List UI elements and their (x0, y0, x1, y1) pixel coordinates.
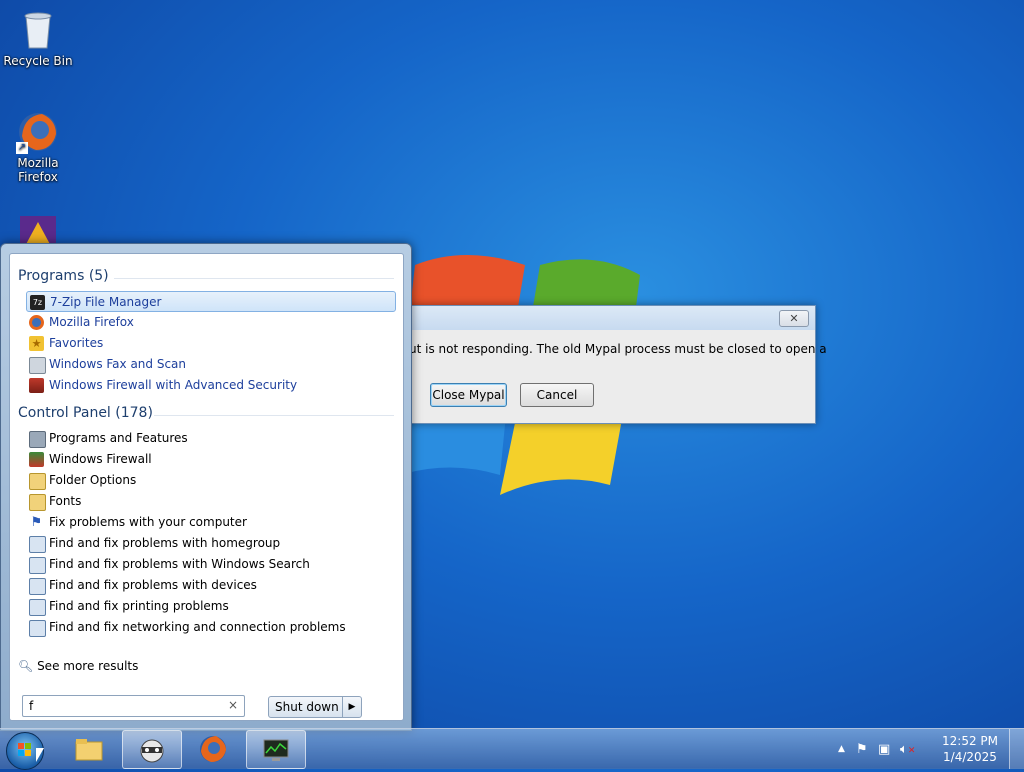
recycle-bin-desktop-icon[interactable]: Recycle Bin (0, 8, 76, 68)
troubleshoot-icon (29, 599, 46, 616)
network-icon[interactable]: ▣ (878, 742, 890, 757)
cancel-button[interactable]: Cancel (520, 383, 594, 407)
result-fix-networking[interactable]: Find and fix networking and connection p… (26, 617, 396, 638)
programs-header: Programs (5) (18, 268, 109, 284)
shutdown-options-arrow-icon[interactable]: ▶ (342, 697, 361, 717)
raccoon-icon (140, 739, 164, 763)
clock-date: 1/4/2025 (943, 750, 997, 764)
result-fix-printing[interactable]: Find and fix printing problems (26, 596, 396, 617)
taskbar-task-manager[interactable] (246, 730, 306, 769)
system-clock[interactable]: 12:52 PM 1/4/2025 (942, 733, 998, 765)
taskbar-mypal[interactable] (122, 730, 182, 769)
firewall-icon (29, 378, 44, 393)
divider (154, 415, 394, 416)
mouse-cursor (36, 748, 44, 762)
dialog-close-button[interactable]: ✕ (779, 310, 809, 327)
firefox-icon (200, 736, 226, 762)
troubleshoot-icon (29, 620, 46, 637)
firefox-icon: ↗ (16, 110, 60, 154)
magnifier-icon: 🔍︎ (18, 659, 34, 673)
result-7zip-file-manager[interactable]: 7z 7-Zip File Manager (26, 291, 396, 312)
shut-down-label: Shut down (275, 700, 339, 714)
show-desktop-button[interactable] (1009, 729, 1024, 769)
divider (114, 278, 394, 279)
programs-features-icon (29, 431, 46, 448)
result-fix-devices[interactable]: Find and fix problems with devices (26, 575, 396, 596)
mypal-not-responding-dialog: ✕ ut is not responding. The old Mypal pr… (398, 305, 827, 424)
result-fix-problems[interactable]: ⚑ Fix problems with your computer (26, 512, 396, 533)
start-search-box[interactable]: × (22, 695, 245, 717)
dialog-titlebar[interactable] (399, 306, 815, 330)
firefox-icon (29, 315, 44, 330)
shut-down-button[interactable]: Shut down ▶ (268, 696, 362, 718)
search-input[interactable] (27, 698, 221, 714)
taskbar: ▲ ⚑ ▣ 🔈︎✕ 12:52 PM 1/4/2025 (0, 728, 1024, 770)
fonts-icon (29, 494, 46, 511)
recycle-bin-icon (16, 8, 60, 52)
action-center-flag-icon[interactable]: ⚑ (856, 742, 868, 757)
see-more-results-link[interactable]: 🔍︎ See more results (18, 659, 138, 673)
show-hidden-icons-icon[interactable]: ▲ (838, 744, 845, 754)
result-windows-fax-and-scan[interactable]: Windows Fax and Scan (26, 354, 396, 375)
result-fonts[interactable]: Fonts (26, 491, 396, 512)
result-fix-windows-search[interactable]: Find and fix problems with Windows Searc… (26, 554, 396, 575)
close-icon: ✕ (789, 312, 799, 325)
clear-search-icon[interactable]: × (228, 698, 238, 712)
taskbar-explorer[interactable] (60, 730, 118, 767)
control-panel-header: Control Panel (178) (18, 405, 153, 421)
start-menu: Programs (5) 7z 7-Zip File Manager Mozil… (0, 243, 412, 731)
recycle-bin-label: Recycle Bin (3, 54, 73, 68)
volume-muted-icon[interactable]: 🔈︎✕ (900, 742, 915, 757)
clock-time: 12:52 PM (942, 734, 998, 748)
troubleshoot-icon (29, 578, 46, 595)
taskbar-firefox[interactable] (184, 730, 242, 767)
result-mozilla-firefox[interactable]: Mozilla Firefox (26, 312, 396, 333)
7zip-icon: 7z (30, 295, 45, 310)
result-folder-options[interactable]: Folder Options (26, 470, 396, 491)
result-windows-firewall[interactable]: Windows Firewall (26, 449, 396, 470)
folder-icon (75, 739, 103, 761)
fax-icon (29, 357, 46, 374)
firefox-desktop-icon[interactable]: ↗ Mozilla Firefox (0, 110, 76, 184)
monitor-icon (263, 739, 289, 761)
troubleshoot-icon (29, 557, 46, 574)
folder-options-icon (29, 473, 46, 490)
result-windows-firewall-advanced[interactable]: Windows Firewall with Advanced Security (26, 375, 396, 396)
result-favorites[interactable]: ★ Favorites (26, 333, 396, 354)
result-fix-homegroup[interactable]: Find and fix problems with homegroup (26, 533, 396, 554)
firefox-label: Mozilla Firefox (17, 156, 59, 184)
flag-icon: ⚑ (30, 515, 43, 530)
result-programs-and-features[interactable]: Programs and Features (26, 428, 396, 449)
favorites-icon: ★ (29, 336, 44, 351)
firewall-icon (29, 452, 44, 467)
search-results-panel: Programs (5) 7z 7-Zip File Manager Mozil… (9, 253, 404, 721)
close-mypal-button[interactable]: Close Mypal (430, 383, 507, 407)
troubleshoot-icon (29, 536, 46, 553)
dialog-message: ut is not responding. The old Mypal proc… (409, 342, 827, 356)
